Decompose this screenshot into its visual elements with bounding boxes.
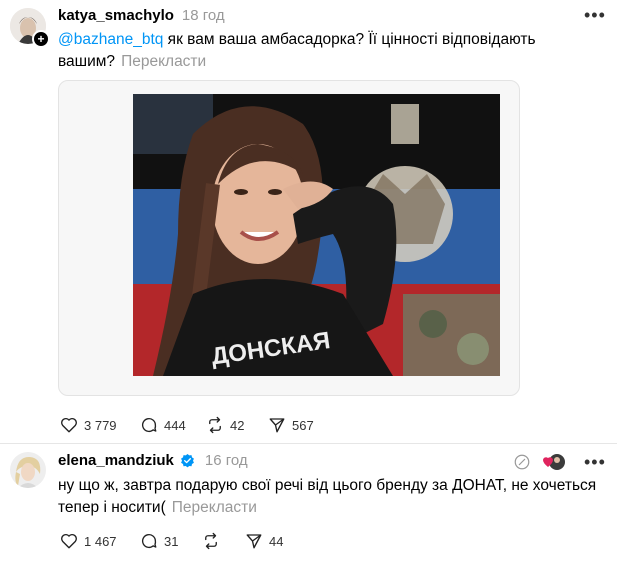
post2-comment-button[interactable]: 31	[140, 532, 178, 550]
repost-icon	[205, 532, 217, 550]
post1-like-count: 3 779	[84, 417, 117, 433]
post2-like-count: 1 467	[84, 533, 117, 549]
post1-comment-count: 444	[164, 417, 186, 433]
follow-plus-icon[interactable]: +	[32, 30, 50, 48]
post2-avatar[interactable]	[10, 452, 46, 488]
post2-like-button[interactable]: 1 467	[60, 532, 117, 550]
post1-media-card[interactable]: ДОНСКАЯ	[58, 80, 520, 396]
post2-more-icon[interactable]: •••	[584, 453, 606, 471]
post2-username[interactable]: elena_mandziuk	[58, 452, 174, 469]
post2-header: elena_mandziuk 16 год	[58, 452, 248, 469]
comment-icon	[141, 533, 157, 549]
post2-comment-count: 31	[164, 533, 179, 549]
verified-icon	[180, 453, 194, 468]
repost-icon	[209, 416, 221, 434]
post2-edited-icon[interactable]	[513, 453, 531, 476]
heart-icon	[61, 533, 77, 549]
heart-icon	[61, 417, 77, 433]
post1-photo-illustration: ДОНСКАЯ	[133, 94, 500, 376]
post1-text: @bazhane_btq як вам ваша амбасадорка? Її…	[58, 29, 598, 73]
post1-like-button[interactable]: 3 779	[60, 416, 117, 434]
post2-share-count: 44	[269, 533, 284, 549]
post-divider	[0, 443, 617, 444]
post1-mention[interactable]: @bazhane_btq	[58, 31, 163, 48]
comment-icon	[141, 417, 157, 433]
post1-repost-button[interactable]: 42	[206, 416, 244, 434]
post2-translate-link[interactable]: Перекласти	[172, 499, 257, 516]
post1-repost-count: 42	[230, 417, 245, 433]
post1-text-line2: вашим?	[58, 53, 116, 70]
post1-translate-link[interactable]: Перекласти	[121, 53, 206, 70]
post2-reaction-avatars[interactable]	[541, 452, 565, 472]
post2-time[interactable]: 16 год	[205, 452, 248, 469]
post2-repost-button[interactable]	[202, 532, 226, 550]
post2-text-line1: ну що ж, завтра подарую свої речі від ць…	[58, 477, 597, 494]
post2-text: ну що ж, завтра подарую свої речі від ць…	[58, 475, 603, 519]
post1-share-button[interactable]: 567	[268, 416, 314, 434]
post1-username[interactable]: katya_smachylo	[58, 7, 174, 24]
post1-header: katya_smachylo 18 год	[58, 7, 225, 24]
post2-share-button[interactable]: 44	[245, 532, 283, 550]
post1-share-count: 567	[292, 417, 314, 433]
post1-image[interactable]: ДОНСКАЯ	[133, 94, 500, 376]
post1-time[interactable]: 18 год	[182, 7, 225, 24]
share-icon	[269, 418, 285, 433]
post1-text-line1: як вам ваша амбасадорка? Її цінності від…	[163, 31, 536, 48]
post2-text-line2: тепер і носити(	[58, 499, 166, 516]
post1-comment-button[interactable]: 444	[140, 416, 186, 434]
share-icon	[246, 534, 262, 549]
post1-more-icon[interactable]: •••	[584, 6, 606, 24]
